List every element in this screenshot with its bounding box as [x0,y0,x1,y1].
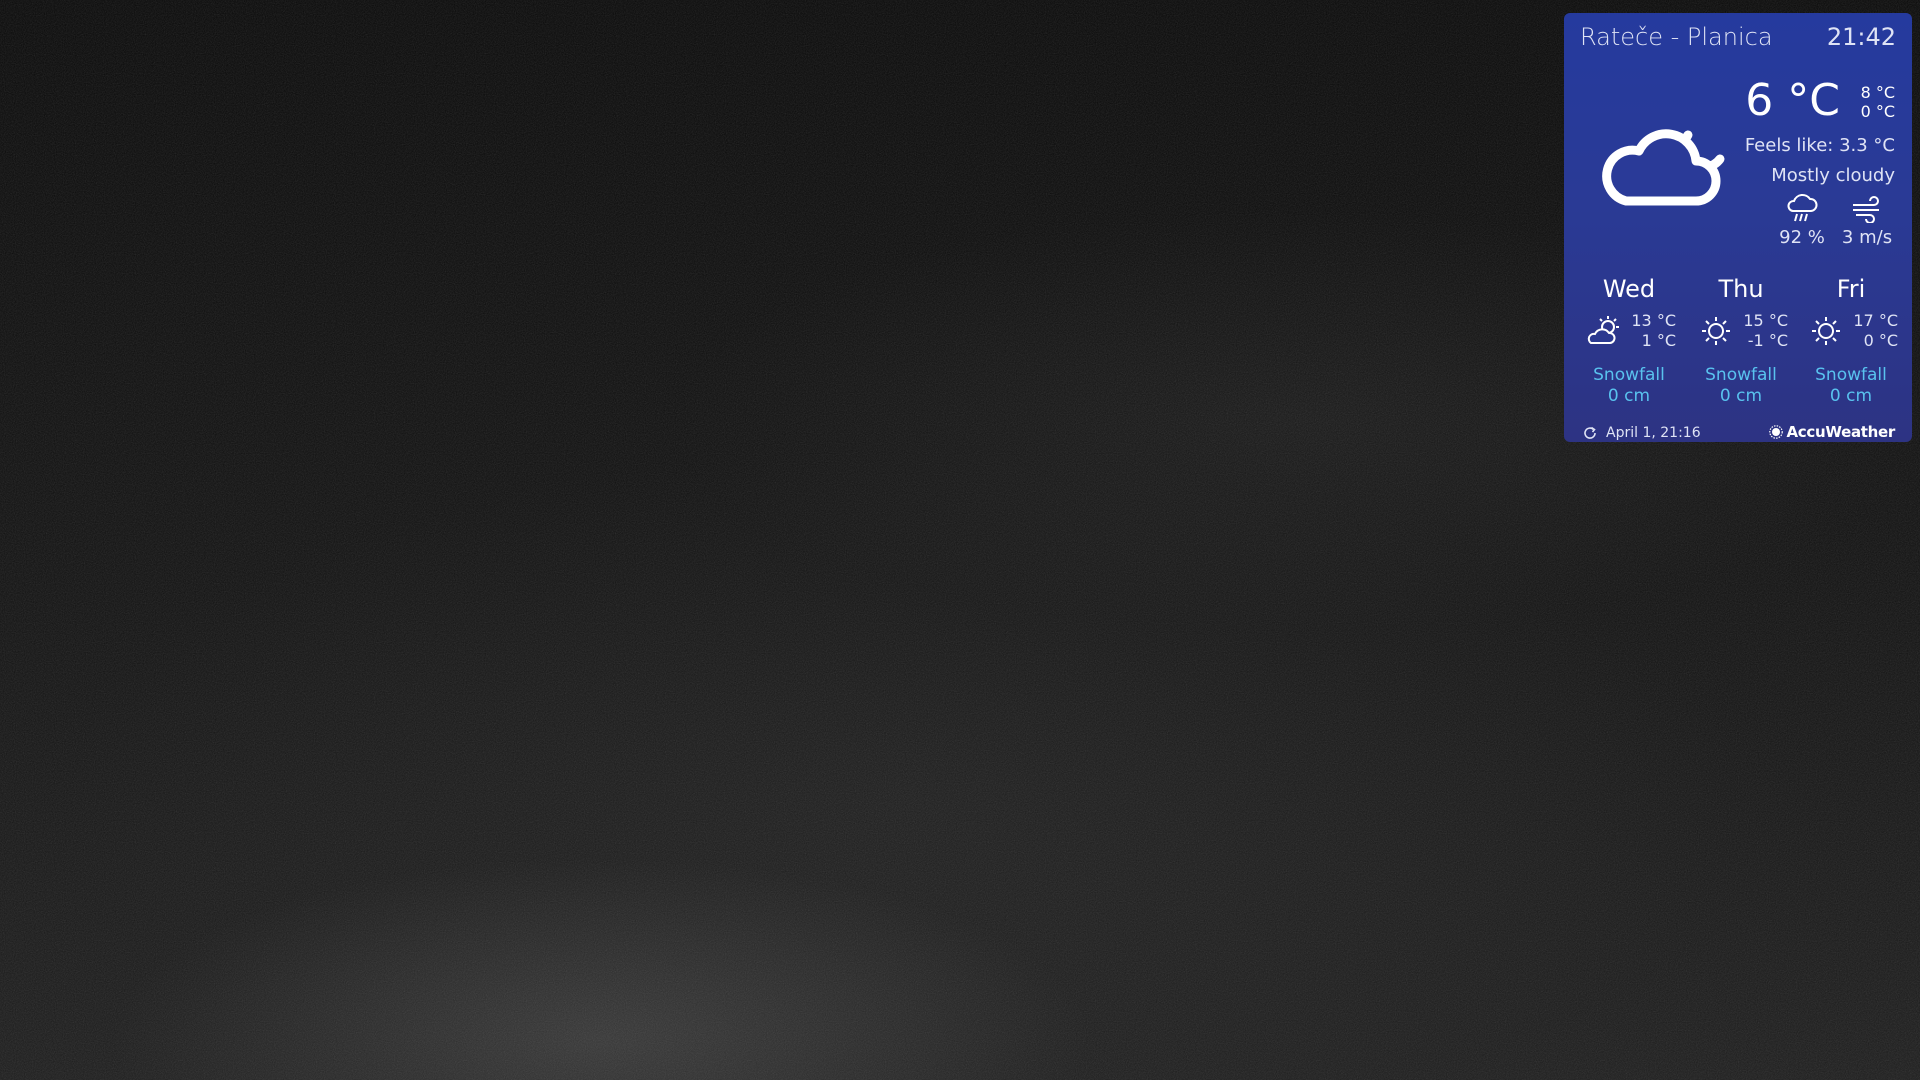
brand-name: AccuWeather [1786,423,1896,441]
current-temperature: 6 °C [1745,75,1840,126]
current-low: 0 °C [1860,102,1895,121]
feels-like: Feels like: 3.3 °C [1744,135,1895,156]
rain-cloud-icon [1787,194,1818,222]
forecast-day: Wed 13 °C 1 °C Snowfall 0 cm [1574,275,1684,415]
forecast-snowfall: Snowfall 0 cm [1686,365,1796,407]
forecast-high-low: 13 °C 1 °C [1631,311,1676,351]
forecast-high: 17 °C [1853,311,1898,330]
widget-footer: April 1, 21:16 AccuWeather [1582,423,1896,445]
forecast-high: 15 °C [1743,311,1788,330]
precipitation-metric: 92 % [1772,193,1832,248]
snowfall-value: 0 cm [1829,386,1873,406]
forecast-day: Fri 17 °C 0 °C Snowfall 0 cm [1796,275,1906,415]
forecast-day-name: Fri [1836,275,1866,303]
snowfall-label: Snowfall [1815,365,1887,385]
current-time: 21:42 [1826,23,1896,51]
accuweather-sun-icon [1768,425,1783,439]
partly-cloudy-icon [1587,316,1619,344]
accuweather-logo: AccuWeather [1768,423,1896,441]
forecast-high-low: 15 °C -1 °C [1743,311,1788,351]
precipitation-value: 92 % [1779,227,1825,248]
wind-icon [1853,196,1879,223]
forecast-high: 13 °C [1631,311,1676,330]
forecast-low: -1 °C [1747,331,1788,350]
weather-widget: Rateče - Planica 21:42 6 °C 8 °C 0 °C Fe… [1564,13,1912,442]
widget-header: Rateče - Planica 21:42 [1580,23,1896,55]
current-high: 8 °C [1860,83,1895,102]
current-high-low: 8 °C 0 °C [1861,83,1895,121]
forecast-low: 0 °C [1863,331,1898,350]
forecast-snowfall: Snowfall 0 cm [1574,365,1684,407]
wind-metric: 3 m/s [1837,193,1897,248]
location-name: Rateče - Planica [1580,23,1773,51]
snowfall-value: 0 cm [1719,386,1763,406]
sun-icon [1702,317,1730,345]
last-updated-text: April 1, 21:16 [1606,425,1701,441]
forecast-day: Thu 15 °C -1 °C Snowfall 0 cm [1686,275,1796,415]
wind-value: 3 m/s [1841,227,1893,248]
snowfall-label: Snowfall [1705,365,1777,385]
forecast-snowfall: Snowfall 0 cm [1796,365,1906,407]
cloud-moon-icon [1602,129,1725,206]
snowfall-label: Snowfall [1593,365,1665,385]
daily-forecast: Wed 13 °C 1 °C Snowfall 0 cm Thu 15 °C -… [1574,275,1902,415]
snowfall-value: 0 cm [1607,386,1651,406]
forecast-day-name: Thu [1718,275,1764,303]
forecast-day-name: Wed [1602,275,1656,303]
last-updated[interactable]: April 1, 21:16 [1582,425,1701,441]
forecast-low: 1 °C [1641,331,1676,350]
refresh-icon[interactable] [1582,425,1598,441]
sun-icon [1812,317,1840,345]
weather-condition: Mostly cloudy [1771,165,1895,186]
forecast-high-low: 17 °C 0 °C [1853,311,1898,351]
